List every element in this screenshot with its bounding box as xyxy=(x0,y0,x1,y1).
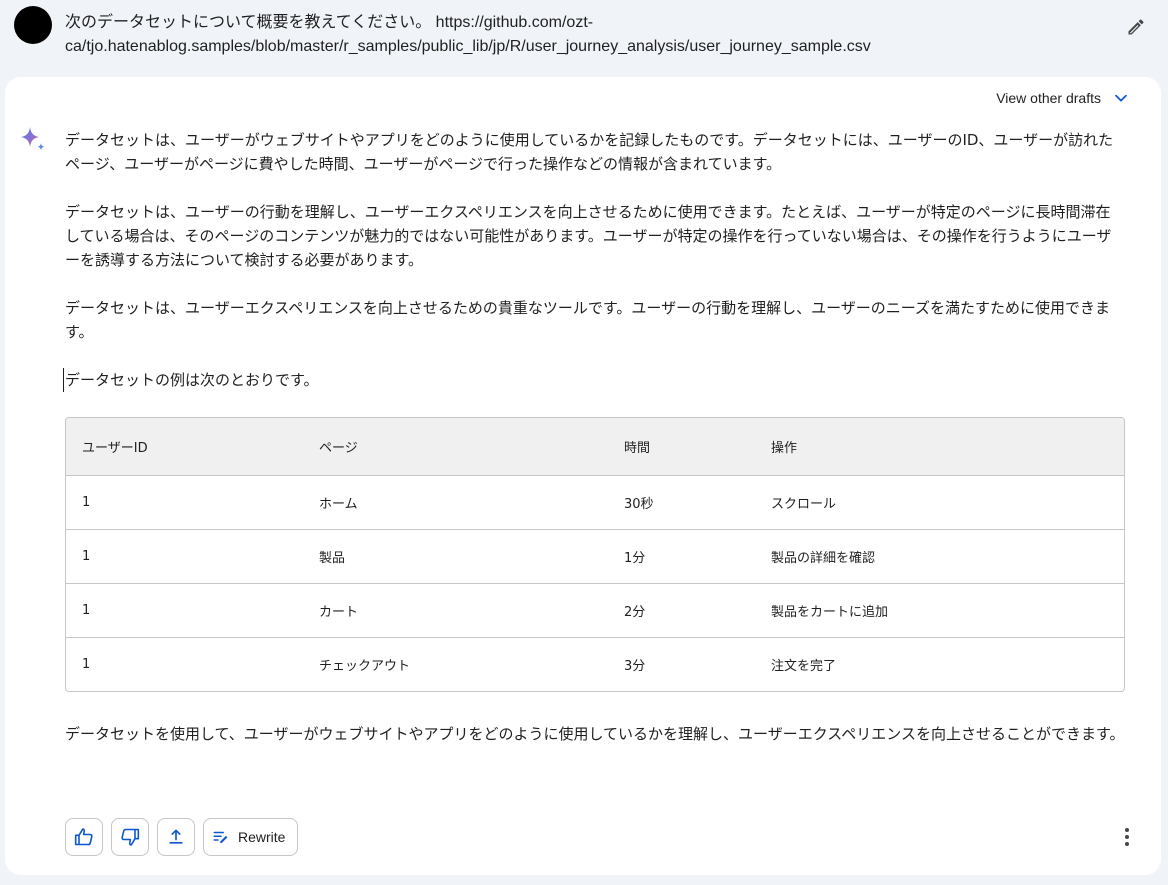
table-cell: チェックアウト xyxy=(303,637,608,691)
rewrite-button[interactable]: Rewrite xyxy=(203,818,299,856)
prompt-text: 次のデータセットについて概要を教えてください。 https://github.c… xyxy=(65,14,871,55)
response-card: View other drafts データセットは、ユーザーがウェブサイトやアプ… xyxy=(5,77,1161,875)
table-cell: 1 xyxy=(66,637,303,691)
table-row: 1 製品 1分 製品の詳細を確認 xyxy=(66,529,1124,584)
table-cell: 1 xyxy=(82,495,91,510)
response-paragraph: データセットは、ユーザーの行動を理解し、ユーザーエクスペリエンスを向上させるため… xyxy=(65,203,1112,269)
response-actions: Rewrite xyxy=(65,818,299,856)
thumbs-up-button[interactable] xyxy=(65,818,103,856)
table-cell: 1分 xyxy=(608,529,755,584)
table-cell: 2分 xyxy=(608,583,755,638)
rewrite-label: Rewrite xyxy=(238,829,286,845)
table-row: 1 チェックアウト 3分 注文を完了 xyxy=(66,637,1124,691)
drafts-label: View other drafts xyxy=(996,90,1101,106)
table-cell: 製品の詳細を確認 xyxy=(755,529,1124,584)
table-cell: ホーム xyxy=(319,497,358,512)
share-button[interactable] xyxy=(157,818,195,856)
thumbs-down-icon xyxy=(121,828,140,846)
table-cell: スクロール xyxy=(771,497,837,512)
table-header-cell: 操作 xyxy=(755,418,1124,476)
avatar[interactable] xyxy=(14,6,52,44)
response-paragraph: データセットは、ユーザーがウェブサイトやアプリをどのように使用しているかを記録し… xyxy=(65,131,1114,173)
table-cell: 1 xyxy=(66,583,303,638)
table-row: 1 ホーム 30秒 スクロール xyxy=(66,476,1124,530)
chevron-down-icon xyxy=(1115,94,1127,102)
table-cell: 1 xyxy=(66,529,303,584)
thumbs-up-icon xyxy=(74,828,93,846)
gemini-sparkle-icon xyxy=(21,127,45,151)
pencil-icon xyxy=(1128,19,1144,35)
response-paragraph: データセットは、ユーザーエクスペリエンスを向上させるための貴重なツールです。ユー… xyxy=(65,299,1111,341)
share-icon xyxy=(169,829,183,844)
table-cell: 30秒 xyxy=(624,497,654,512)
more-options-button[interactable] xyxy=(1119,825,1135,849)
response-summary: データセットを使用して、ユーザーがウェブサイトやアプリをどのように使用しているか… xyxy=(65,725,1125,743)
table-cell: 製品をカートに追加 xyxy=(755,583,1124,638)
table-header-cell: 時間 xyxy=(608,418,755,476)
thumbs-down-button[interactable] xyxy=(111,818,149,856)
table-header-cell: ユーザーID xyxy=(66,418,303,476)
table-header-row: ユーザーID ページ 時間 操作 xyxy=(66,418,1124,476)
user-prompt: 次のデータセットについて概要を教えてください。 https://github.c… xyxy=(14,5,1154,65)
table-cell: 3分 xyxy=(608,637,755,691)
rewrite-icon xyxy=(213,831,228,843)
edit-prompt-button[interactable] xyxy=(1122,13,1150,41)
table-cell: カート xyxy=(303,583,608,638)
table-cell: 注文を完了 xyxy=(755,637,1124,691)
more-vertical-icon xyxy=(1125,828,1129,846)
response-body: データセットは、ユーザーがウェブサイトやアプリをどのように使用しているかを記録し… xyxy=(63,128,1125,416)
table-header-cell: ページ xyxy=(303,418,608,476)
table-cell: 製品 xyxy=(303,529,608,584)
dataset-table: ユーザーID ページ 時間 操作 1 ホーム 30秒 スクロール 1 製品 1分 xyxy=(65,417,1125,692)
view-other-drafts-button[interactable]: View other drafts xyxy=(996,90,1129,106)
table-row: 1 カート 2分 製品をカートに追加 xyxy=(66,583,1124,638)
response-paragraph: データセットの例は次のとおりです。 xyxy=(63,368,319,392)
